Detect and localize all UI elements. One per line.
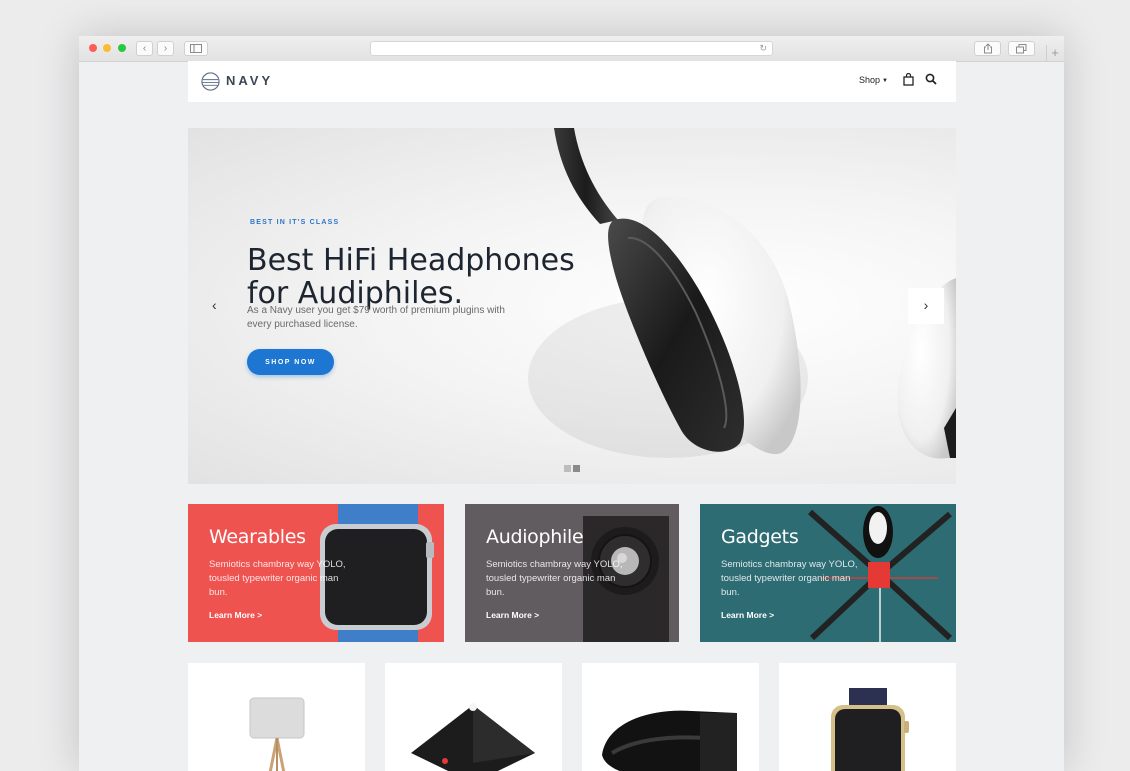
navy-logo-icon[interactable] bbox=[201, 72, 220, 91]
plus-icon: + bbox=[1051, 45, 1059, 60]
browser-window: ‹ › ↻ + NAVY Shop ▼ BEST IN IT'S CLASS B… bbox=[79, 36, 1064, 771]
minimize-window-button[interactable] bbox=[103, 44, 111, 52]
close-window-button[interactable] bbox=[89, 44, 97, 52]
shop-menu[interactable]: Shop ▼ bbox=[859, 75, 888, 85]
promo-title: Gadgets bbox=[721, 526, 799, 548]
slider-dot-2-active[interactable] bbox=[573, 465, 580, 472]
tabs-overview-button[interactable] bbox=[1008, 41, 1035, 56]
slider-prev-button[interactable]: ‹ bbox=[212, 298, 224, 312]
promo-text: Semiotics chambray way YOLO, tousled typ… bbox=[486, 559, 623, 598]
product-tile-vr-headset[interactable] bbox=[582, 663, 759, 771]
hero-kicker: BEST IN IT'S CLASS bbox=[250, 219, 340, 226]
shop-menu-label: Shop bbox=[859, 75, 881, 85]
promo-title: Audiophile bbox=[486, 526, 584, 548]
tabs-icon bbox=[1016, 44, 1027, 54]
hero-title: Best HiFi Headphones for Audiphiles. bbox=[247, 243, 575, 312]
product-tile-drone[interactable] bbox=[385, 663, 562, 771]
chevron-right-icon: › bbox=[923, 297, 929, 313]
new-tab-button[interactable]: + bbox=[1046, 45, 1063, 61]
sidebar-toggle-button[interactable] bbox=[184, 41, 208, 56]
logo-text[interactable]: NAVY bbox=[226, 73, 273, 88]
promo-card-wearables[interactable]: Wearables Semiotics chambray way YOLO, t… bbox=[188, 504, 444, 642]
chevron-right-icon: › bbox=[163, 43, 168, 54]
back-button[interactable]: ‹ bbox=[136, 41, 153, 56]
black-drone-image bbox=[411, 703, 535, 771]
site-header: NAVY Shop ▼ bbox=[188, 61, 956, 102]
floor-lamp-image bbox=[249, 697, 305, 771]
promo-text: Semiotics chambray way YOLO, tousled typ… bbox=[209, 559, 346, 598]
caret-down-icon: ▼ bbox=[882, 77, 888, 84]
forward-button[interactable]: › bbox=[157, 41, 174, 56]
address-bar[interactable]: ↻ bbox=[370, 41, 773, 56]
learn-more-link[interactable]: Learn More > bbox=[721, 610, 774, 620]
promo-title: Wearables bbox=[209, 526, 306, 548]
browser-toolbar: ‹ › ↻ + bbox=[79, 36, 1064, 62]
learn-more-link[interactable]: Learn More > bbox=[486, 610, 539, 620]
smart-watch-image bbox=[831, 688, 909, 771]
search-icon[interactable] bbox=[925, 73, 937, 85]
hero-slider: BEST IN IT'S CLASS Best HiFi Headphones … bbox=[188, 128, 956, 484]
reload-icon[interactable]: ↻ bbox=[759, 42, 767, 55]
product-tile-lamp[interactable] bbox=[188, 663, 365, 771]
share-button[interactable] bbox=[974, 41, 1001, 56]
slider-next-button[interactable]: › bbox=[908, 288, 944, 324]
chevron-left-icon: ‹ bbox=[212, 297, 217, 313]
shop-now-button[interactable]: SHOP NOW bbox=[247, 349, 334, 375]
share-icon bbox=[983, 43, 992, 54]
shopping-bag-icon[interactable] bbox=[903, 73, 914, 86]
zoom-window-button[interactable] bbox=[118, 44, 126, 52]
product-tile-smartwatch[interactable] bbox=[779, 663, 956, 771]
sidebar-icon bbox=[190, 44, 202, 53]
promo-card-audiophile[interactable]: Audiophile Semiotics chambray way YOLO, … bbox=[465, 504, 679, 642]
chevron-left-icon: ‹ bbox=[142, 43, 147, 54]
vr-headset-image bbox=[602, 710, 737, 771]
promo-card-gadgets[interactable]: Gadgets Semiotics chambray way YOLO, tou… bbox=[700, 504, 956, 642]
learn-more-link[interactable]: Learn More > bbox=[209, 610, 262, 620]
hero-description: As a Navy user you get $79 worth of prem… bbox=[247, 305, 505, 330]
slider-dot-1[interactable] bbox=[564, 465, 571, 472]
promo-text: Semiotics chambray way YOLO, tousled typ… bbox=[721, 559, 858, 598]
